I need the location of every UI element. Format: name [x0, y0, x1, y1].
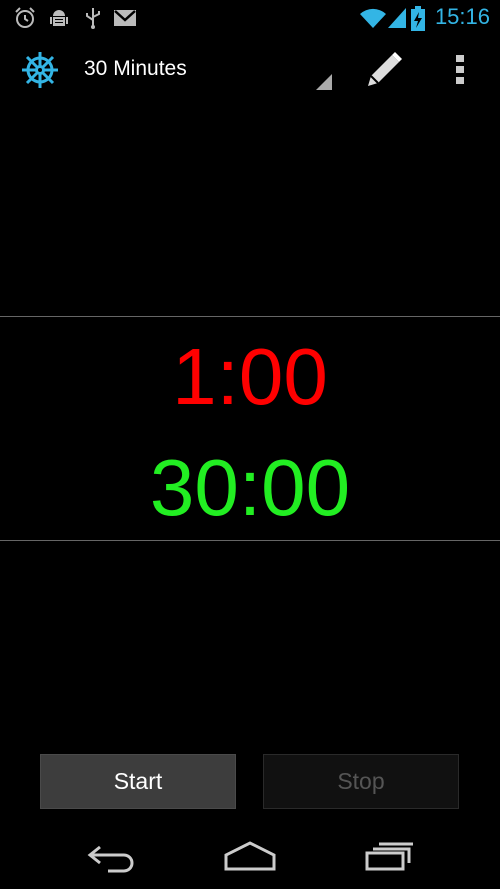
bottom-divider [0, 540, 500, 541]
preset-label: 30 Minutes [84, 57, 187, 80]
android-debug-icon [47, 6, 71, 34]
action-bar: 30 Minutes [0, 36, 500, 102]
overflow-menu-icon [446, 55, 476, 96]
start-button[interactable]: Start [40, 754, 236, 809]
signal-icon [386, 6, 408, 34]
pencil-icon [360, 52, 406, 96]
alarm-icon [13, 6, 37, 34]
overflow-menu-button[interactable] [446, 46, 476, 92]
top-divider [0, 316, 500, 317]
status-bar: 15:16 [0, 0, 500, 36]
usb-icon [81, 6, 105, 34]
battery-charging-icon [410, 6, 426, 36]
total-time: 30:00 [149, 443, 351, 532]
interval-time: 1:00 [172, 332, 328, 421]
status-clock: 15:16 [434, 4, 490, 29]
wifi-icon [359, 6, 387, 34]
preset-spinner[interactable]: 30 Minutes [70, 44, 332, 94]
gmail-icon [112, 6, 138, 34]
recent-apps-icon[interactable] [365, 839, 415, 879]
home-icon[interactable] [224, 839, 276, 879]
spinner-arrow-icon [316, 74, 332, 94]
edit-button[interactable] [360, 46, 406, 92]
ship-wheel-icon[interactable] [18, 48, 62, 96]
navigation-bar [0, 825, 500, 889]
stop-button[interactable]: Stop [263, 754, 459, 809]
back-icon[interactable] [86, 839, 136, 879]
